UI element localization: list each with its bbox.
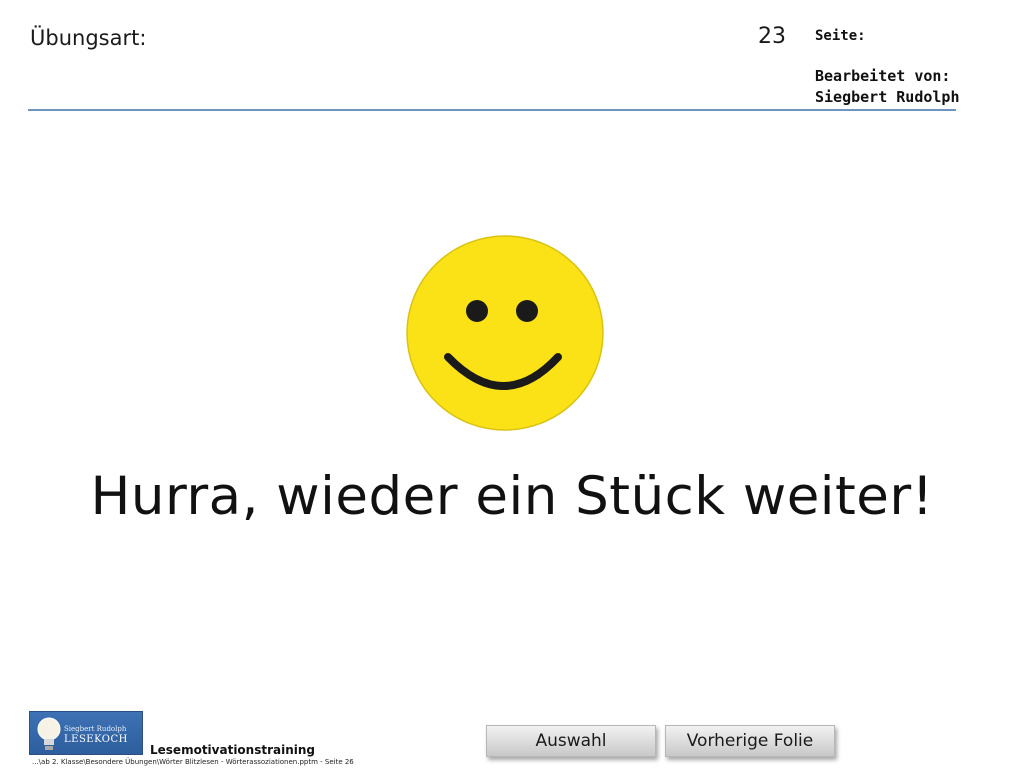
page-label: Seite:: [815, 28, 866, 44]
logo-brand-text: LESEKOCH: [64, 734, 128, 745]
header-divider: [28, 109, 956, 111]
training-label: Lesemotivationstraining: [150, 743, 316, 757]
lightbulb-icon: [37, 717, 61, 750]
selection-button[interactable]: Auswahl: [486, 725, 656, 757]
logo-author-text: Siegbert Rudolph: [64, 725, 127, 733]
smiley-face-icon: [406, 235, 604, 431]
editor-name: Siegbert Rudolph: [815, 88, 960, 106]
file-path: ...\ab 2. Klasse\Besondere Übungen\Wörte…: [32, 758, 354, 766]
headline: Hurra, wieder ein Stück weiter!: [90, 466, 934, 527]
smiley-left-eye: [466, 300, 488, 322]
editor-label: Bearbeitet von:: [815, 67, 951, 85]
previous-slide-button[interactable]: Vorherige Folie: [665, 725, 835, 757]
smiley-right-eye: [516, 300, 538, 322]
lesekoch-logo: Siegbert Rudolph LESEKOCH: [29, 711, 143, 755]
page-number: 23: [758, 24, 786, 49]
exercise-type-label: Übungsart:: [30, 26, 147, 50]
smiley-face-disc: [406, 235, 604, 431]
editor-block: Bearbeitet von: Siegbert Rudolph: [815, 66, 960, 108]
